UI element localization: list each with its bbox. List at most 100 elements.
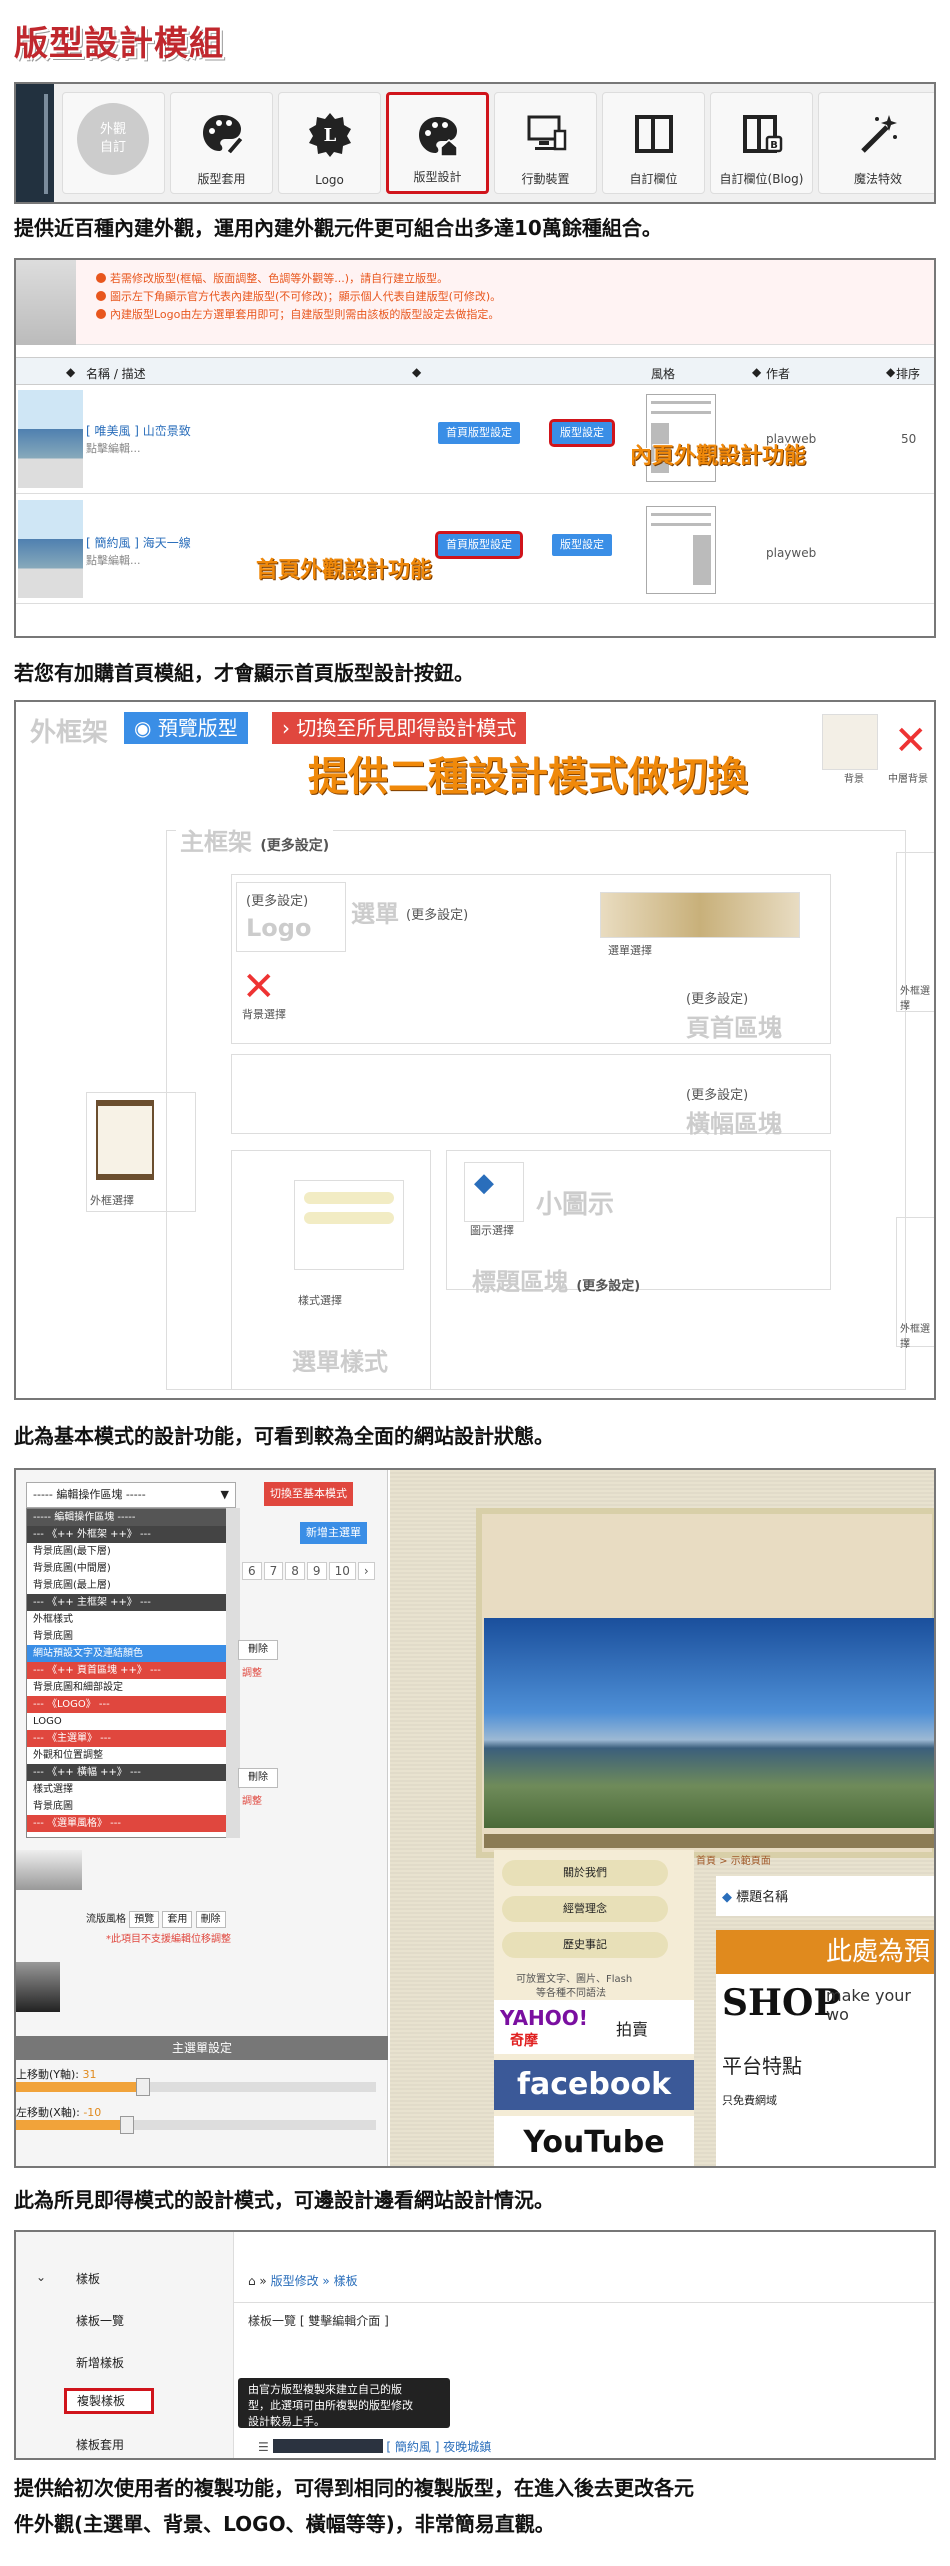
switch-wysiwyg-button[interactable]: › 切換至所見即得設計模式: [272, 712, 527, 744]
dropdown-option[interactable]: --- 《++ 主框架 ++》 ---: [27, 1594, 235, 1611]
bg-thumb[interactable]: [822, 714, 878, 770]
sidebar-item[interactable]: 樣板: [76, 2270, 100, 2287]
dropdown-option[interactable]: 背景底圖: [27, 1798, 235, 1815]
switch-basic-button[interactable]: 切換至基本模式: [264, 1482, 353, 1506]
x-slider[interactable]: [16, 2120, 376, 2130]
pager-item[interactable]: 10: [328, 1562, 356, 1580]
row-name[interactable]: [ 唯美風 ] 山峦景致: [86, 422, 191, 439]
icon-box[interactable]: [464, 1162, 524, 1222]
y-slider[interactable]: [16, 2082, 376, 2092]
menu-thumb[interactable]: [600, 892, 800, 938]
dropdown-option[interactable]: 外觀和位置調整: [27, 1747, 235, 1764]
adjust-link[interactable]: 調整: [242, 1664, 262, 1679]
adjust-link[interactable]: 調整: [242, 1792, 262, 1807]
more-settings[interactable]: (更多設定): [686, 1084, 748, 1103]
preview-template-button[interactable]: ◉ 預覽版型: [124, 712, 248, 744]
toolbar-frame: 外觀 自訂 版型套用 L Logo 版型設計 行動裝置 自訂欄位 B 自訂欄位(B…: [14, 82, 936, 204]
x-slider-handle[interactable]: [120, 2116, 134, 2134]
dropdown-option[interactable]: 背景底圖(最下層): [27, 1543, 235, 1560]
outer-select-label-right[interactable]: 外框選擇: [900, 982, 934, 1012]
preview-button[interactable]: 預覽: [129, 1911, 160, 1928]
facebook-banner[interactable]: facebook: [494, 2060, 694, 2110]
menu-label: 選單: [351, 900, 399, 928]
pager-item[interactable]: 9: [306, 1562, 327, 1580]
more-settings[interactable]: (更多設定): [246, 890, 308, 909]
dropdown-option[interactable]: --- 《主選單》 ---: [27, 1730, 235, 1747]
pager-item[interactable]: 6: [242, 1562, 262, 1580]
dropdown-option[interactable]: --- 《++ 頁首區塊 ++》 ---: [27, 1662, 235, 1679]
edit-block-select[interactable]: ----- 編輯操作區塊 ----- ▼: [26, 1482, 236, 1508]
more-settings[interactable]: (更多設定): [686, 988, 748, 1007]
chevron-down-icon: ▼: [220, 1488, 229, 1501]
warn-text: *此項目不支援編輯位移調整: [106, 1934, 231, 1945]
table-row[interactable]: [ 唯美風 ] 山峦景致 點擊編輯... 首頁版型設定 版型設定 playweb…: [16, 386, 934, 494]
home-template-button[interactable]: 首頁版型設定: [438, 422, 520, 444]
row-name[interactable]: [ 簡約風 ] 海天一線: [86, 534, 191, 551]
dropdown-option[interactable]: 樣式選擇: [27, 1781, 235, 1798]
dropdown-option[interactable]: --- 《LOGO》 ---: [27, 1696, 235, 1713]
menu-select-label[interactable]: 選單選擇: [608, 942, 652, 958]
pager[interactable]: 6 7 8 9 10 ›: [242, 1562, 377, 1580]
dropdown-option[interactable]: 背景底圖和細部設定: [27, 1679, 235, 1696]
dropdown-scrollbar[interactable]: [226, 1508, 240, 1838]
dropdown-option[interactable]: 外框樣式: [27, 1611, 235, 1628]
pager-item[interactable]: 8: [285, 1562, 305, 1580]
dropdown-option[interactable]: LOGO: [27, 1713, 235, 1730]
home-template-button[interactable]: 首頁版型設定: [435, 531, 523, 559]
dropdown-options[interactable]: ----- 編輯操作區塊 ----- --- 《++ 外框架 ++》 --- 背景底…: [26, 1508, 236, 1838]
template-setting-button[interactable]: 版型設定: [552, 534, 612, 556]
custom-appearance-tool[interactable]: 外觀 自訂: [62, 92, 165, 194]
tool-template-design[interactable]: 版型設計: [386, 92, 489, 194]
dropdown-option[interactable]: --- 《++ 外框架 ++》 ---: [27, 1526, 235, 1543]
style-thumb[interactable]: [16, 1850, 82, 1890]
side-menu-item[interactable]: 關於我們: [502, 1860, 668, 1886]
sidebar-item-copy-template[interactable]: 複製樣板: [64, 2388, 154, 2414]
bg-select-label[interactable]: 背景選擇: [242, 1006, 286, 1022]
style-thumb[interactable]: [16, 1962, 60, 2012]
col-style: 風格: [651, 367, 676, 381]
tool-custom-columns[interactable]: 自訂欄位: [602, 92, 705, 194]
apply-button[interactable]: 套用: [162, 1911, 193, 1928]
pager-item[interactable]: 7: [263, 1562, 284, 1580]
icon-select-label[interactable]: 圖示選擇: [470, 1222, 514, 1238]
sidebar-item[interactable]: 樣板一覽: [76, 2312, 124, 2329]
dropdown-option[interactable]: ----- 編輯操作區塊 -----: [27, 1509, 235, 1526]
template-setting-button[interactable]: 版型設定: [549, 419, 615, 447]
scroll-thumb[interactable]: [96, 1100, 154, 1180]
outer-select-label-right[interactable]: 外框選擇: [900, 1320, 934, 1350]
y-slider-handle[interactable]: [136, 2078, 150, 2096]
sidebar-item[interactable]: 樣板套用: [76, 2436, 124, 2453]
tool-custom-columns-blog[interactable]: B 自訂欄位(Blog): [710, 92, 813, 194]
delete-button[interactable]: 刪除: [195, 1911, 226, 1928]
row-thumbnail: [18, 500, 83, 598]
sidebar-item[interactable]: 新增樣板: [76, 2354, 124, 2371]
tool-template-apply[interactable]: 版型套用: [170, 92, 273, 194]
list-item[interactable]: ☰ [ 簡約風 ] 夜晚城鎮: [258, 2438, 491, 2455]
style-select-label[interactable]: 樣式選擇: [298, 1292, 342, 1308]
dropdown-option[interactable]: 背景底圖(最上層): [27, 1577, 235, 1594]
tool-mobile-device[interactable]: 行動裝置: [494, 92, 597, 194]
dropdown-option[interactable]: 網站預設文字及連結顏色: [27, 1645, 235, 1662]
side-menu-item[interactable]: 歷史事記: [502, 1932, 668, 1958]
breadcrumb[interactable]: 首頁 > 示範頁面: [696, 1852, 771, 1867]
dropdown-option[interactable]: --- 《選單風格》 ---: [27, 1815, 235, 1832]
delete-button[interactable]: 刪除: [238, 1640, 278, 1660]
dropdown-option[interactable]: 背景底圖: [27, 1628, 235, 1645]
pager-item[interactable]: ›: [357, 1562, 375, 1580]
tool-magic-effects[interactable]: 魔法特效: [818, 92, 934, 194]
row-desc: 點擊編輯...: [86, 554, 141, 567]
breadcrumb[interactable]: ⌂ » 版型修改 » 樣板: [248, 2272, 358, 2289]
table-row[interactable]: [ 簡約風 ] 海天一線 點擊編輯... 首頁版型設定 版型設定 playweb…: [16, 496, 934, 604]
youtube-banner[interactable]: YouTube: [494, 2116, 694, 2166]
dropdown-option[interactable]: --- 《++ 橫幅 ++》 ---: [27, 1764, 235, 1781]
toolbar-sidebar-strip: [16, 84, 54, 202]
new-main-menu-button[interactable]: 新增主選單: [300, 1522, 367, 1544]
tool-logo[interactable]: L Logo: [278, 92, 381, 194]
dropdown-option[interactable]: 背景底圖(中間層): [27, 1560, 235, 1577]
tool-label: 自訂欄位: [629, 172, 678, 186]
menu-style-label: 選單樣式: [292, 1348, 388, 1376]
side-menu-item[interactable]: 經營理念: [502, 1896, 668, 1922]
delete-button[interactable]: 刪除: [238, 1768, 278, 1788]
more-settings[interactable]: (更多設定): [406, 904, 468, 923]
outer-select-label[interactable]: 外框選擇: [90, 1192, 134, 1208]
